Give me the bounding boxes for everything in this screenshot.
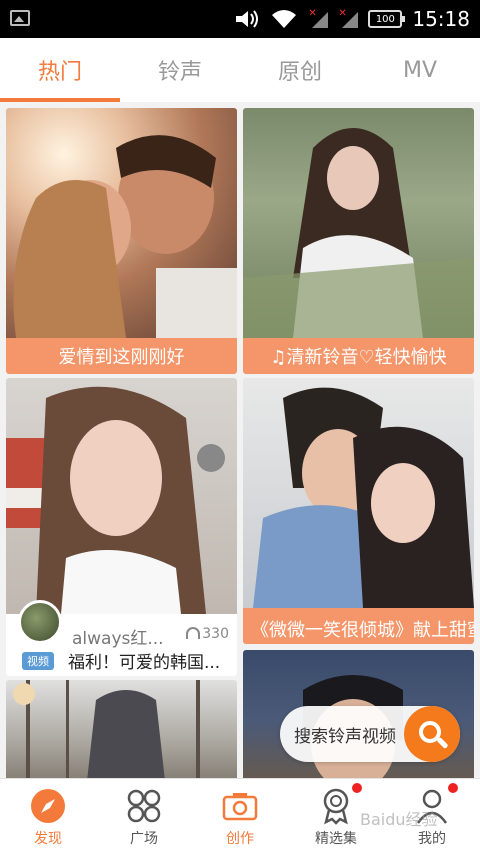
tab-label: 热门 (37, 60, 82, 85)
forest-couple-photo (13, 680, 200, 778)
feed-card[interactable]: always红... 330 视频 福利！可爱的韩国... (6, 378, 237, 676)
video-meta: always红... 330 视频 福利！可爱的韩国... (6, 600, 237, 674)
girl-in-grass-photo (243, 128, 474, 338)
tab-label: MV (402, 57, 438, 83)
watermark: Baidu经验 (360, 810, 438, 829)
feed-card[interactable]: 《微微一笑很倾城》献上甜蜜主题曲 (243, 378, 474, 644)
nav-label: 发现 (34, 831, 62, 847)
nav-plaza[interactable]: 广场 (96, 779, 192, 854)
search-button[interactable] (404, 706, 460, 762)
tab-label: 铃声 (157, 60, 202, 85)
movie-poster-photo (253, 387, 474, 608)
video-description: 福利！可爱的韩国... (68, 653, 221, 673)
card-caption: 《微微一笑很倾城》献上甜蜜主题曲 (243, 608, 474, 644)
card-image (243, 378, 474, 608)
card-image (6, 378, 237, 614)
volume-icon (236, 10, 259, 28)
content-feed: 爱情到这刚刚好 ♫清新铃音♡轻快愉快 always红... 330 视频 福利！… (0, 102, 480, 778)
award-ribbon-icon (323, 788, 349, 825)
girl-video-thumbnail (6, 386, 225, 614)
nav-label: 创作 (226, 831, 254, 847)
card-image (6, 680, 237, 778)
feed-card[interactable]: ♫清新铃音♡轻快愉快 (243, 108, 474, 374)
camera-icon (222, 793, 258, 821)
search-icon (419, 721, 441, 743)
play-count-value: 330 (202, 626, 229, 642)
search-ringtone-video-button[interactable]: 搜索铃声视频 (280, 706, 460, 762)
nav-label: 我的 (418, 831, 446, 847)
headphones-icon (186, 627, 201, 639)
feed-card[interactable]: 爱情到这刚刚好 (6, 108, 237, 374)
notification-badge (448, 783, 458, 793)
tab-hot[interactable]: 热门 (0, 38, 120, 102)
tab-mv[interactable]: MV (360, 38, 480, 102)
image-notification-icon (10, 10, 30, 26)
tab-label: 原创 (277, 60, 322, 85)
battery-level: 100 (375, 13, 395, 25)
compass-icon (31, 789, 65, 823)
couple-photo (13, 135, 237, 338)
search-fab-label: 搜索铃声视频 (294, 727, 396, 747)
card-image (6, 108, 237, 338)
nav-create[interactable]: 创作 (192, 779, 288, 854)
video-tag: 视频 (22, 652, 54, 670)
grid-circles-icon (127, 789, 161, 823)
notification-badge (352, 783, 362, 793)
play-count: 330 (186, 626, 229, 642)
battery-icon: 100 (368, 10, 406, 28)
nav-label: 广场 (130, 831, 158, 847)
nav-label: 精选集 (315, 831, 357, 847)
status-icons: ✕ ✕ 100 15:18 (234, 0, 470, 38)
category-tabs: 热门 铃声 原创 MV (0, 38, 480, 102)
signal-icon-1: ✕ (308, 8, 329, 28)
card-caption: 爱情到这刚刚好 (6, 338, 237, 374)
status-bar: ✕ ✕ 100 15:18 (0, 0, 480, 38)
signal-icon-2: ✕ (338, 8, 359, 28)
clock: 15:18 (412, 7, 470, 31)
username[interactable]: always红... (72, 624, 164, 649)
wifi-icon (272, 10, 297, 28)
card-image (243, 108, 474, 338)
avatar[interactable] (18, 600, 62, 644)
nav-discover[interactable]: 发现 (0, 779, 96, 854)
tab-original[interactable]: 原创 (240, 38, 360, 102)
feed-card[interactable] (6, 680, 237, 778)
card-caption: ♫清新铃音♡轻快愉快 (243, 338, 474, 374)
tab-ringtones[interactable]: 铃声 (120, 38, 240, 102)
